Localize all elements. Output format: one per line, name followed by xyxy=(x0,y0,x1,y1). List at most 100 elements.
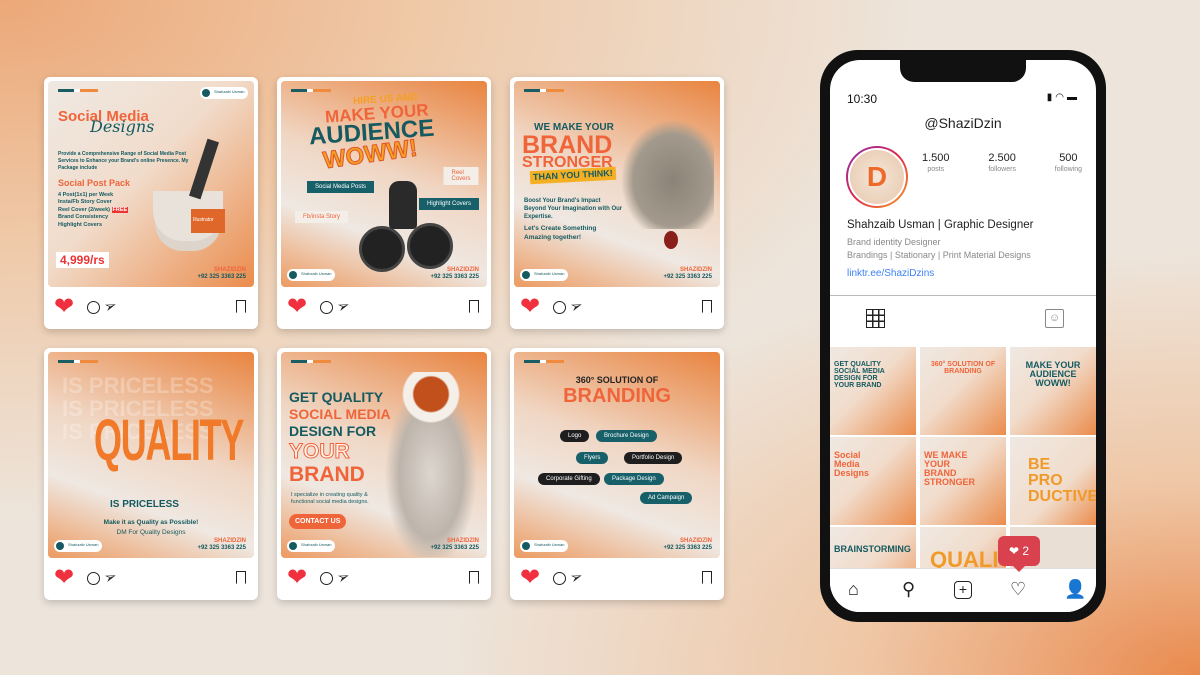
service-chip: Brochure Design xyxy=(596,430,657,442)
bookmark-icon[interactable] xyxy=(702,571,712,584)
phone-mockup: 10:30 ▮◠▬ @ShaziDzin D 1.500 posts 2.500 f… xyxy=(820,50,1106,622)
headline: BRANDING xyxy=(563,385,671,407)
headline: YOUR xyxy=(289,440,351,463)
comment-icon[interactable] xyxy=(87,572,100,585)
divider xyxy=(830,295,1096,296)
grid-tab-icon[interactable] xyxy=(866,309,885,328)
post-card: WE MAKE YOUR BRAND STRONGER THAN YOU THI… xyxy=(510,77,724,329)
post-footer: SHAZIDZIN +92 325 3363 225 xyxy=(430,537,479,551)
post-image[interactable]: 360° SOLUTION OF BRANDING Logo Brochure … xyxy=(514,352,720,558)
bookmark-icon[interactable] xyxy=(236,300,246,313)
tag: Highlight Covers xyxy=(419,198,480,210)
post-subtitle: Designs xyxy=(90,117,155,136)
service-chip: Flyers xyxy=(576,452,609,464)
like-icon[interactable]: ❤ xyxy=(287,295,307,319)
notification-bubble[interactable]: ❤ 2 xyxy=(998,536,1040,572)
bookmark-icon[interactable] xyxy=(469,300,479,313)
headline: BRAND xyxy=(289,463,365,486)
post-image[interactable]: IS PRICELESS IS PRICELESS IS PRICELESS QUA… xyxy=(48,352,254,558)
astronaut-image xyxy=(381,372,481,557)
headline: DESIGN FOR xyxy=(289,423,377,439)
post-desc: Boost Your Brand's Impact Beyond Your Im… xyxy=(524,198,623,221)
post-card: Social Media Designs Provide a Comprehen… xyxy=(44,77,258,329)
tagged-tab-icon[interactable]: ☺ xyxy=(1045,309,1064,328)
post-image[interactable]: WE MAKE YOUR BRAND STRONGER THAN YOU THI… xyxy=(514,81,720,287)
free-tag: FREE xyxy=(111,206,129,213)
post-footer: SHAZIDZIN +92 325 3363 225 xyxy=(663,537,712,551)
pack-item: Insta/Fb Story Cover xyxy=(58,199,112,206)
heart-icon: ❤ xyxy=(1008,544,1020,558)
brand-badge: Shahzaib Usman xyxy=(287,269,335,281)
add-post-icon[interactable]: + xyxy=(954,581,972,599)
grid-thumbnail[interactable]: WE MAKE YOUR BRAND STRONGER xyxy=(920,437,1006,525)
stat-following[interactable]: 500 following xyxy=(1055,152,1082,173)
post-footer: SHAZIDZIN +92 325 3363 225 xyxy=(197,537,246,551)
profile-stats: 1.500 posts 2.500 followers 500 following xyxy=(922,152,1082,173)
profile-bio: Brandings | Stationary | Print Material … xyxy=(847,250,1031,260)
share-icon[interactable]: ➢ xyxy=(101,566,120,587)
like-icon[interactable]: ❤ xyxy=(520,566,540,590)
pack-title: Social Post Pack xyxy=(58,178,131,188)
like-icon[interactable]: ❤ xyxy=(287,566,307,590)
bookmark-icon[interactable] xyxy=(469,571,479,584)
post-desc: DM For Quality Designs xyxy=(116,529,186,536)
activity-heart-icon[interactable]: ♡ xyxy=(1010,579,1026,600)
comment-icon[interactable] xyxy=(553,301,566,314)
post-image[interactable]: Social Media Designs Provide a Comprehen… xyxy=(48,81,254,287)
profile-bio: Brand identity Designer xyxy=(847,237,941,247)
post-footer: SHAZIDZIN +92 325 3363 225 xyxy=(197,266,246,280)
headline: SOCIAL MEDIA xyxy=(289,406,391,422)
service-chip: Portfolio Design xyxy=(624,452,683,464)
grid-thumbnail[interactable]: GET QUALITY SOCIAL MEDIA DESIGN FOR YOUR… xyxy=(830,347,916,435)
phone-notch xyxy=(900,60,1026,82)
share-icon[interactable]: ➢ xyxy=(567,295,586,316)
service-chip: Logo xyxy=(560,430,590,442)
bookmark-icon[interactable] xyxy=(702,300,712,313)
share-icon[interactable]: ➢ xyxy=(334,295,353,316)
grid-thumbnail[interactable]: BE PRO DUCTIVE xyxy=(1010,437,1096,525)
comment-icon[interactable] xyxy=(553,572,566,585)
brand-badge: Shahzaib Usman xyxy=(200,87,248,99)
status-icons: ▮◠▬ xyxy=(1046,92,1080,103)
comment-icon[interactable] xyxy=(87,301,100,314)
grid-thumbnail[interactable]: 360° SOLUTION OF BRANDING xyxy=(920,347,1006,435)
post-image[interactable]: GET QUALITY SOCIAL MEDIA DESIGN FOR YOUR… xyxy=(281,352,487,558)
bookmark-icon[interactable] xyxy=(236,571,246,584)
like-icon[interactable]: ❤ xyxy=(54,295,74,319)
comment-icon[interactable] xyxy=(320,301,333,314)
tag: Social Media Posts xyxy=(307,181,375,193)
stat-posts[interactable]: 1.500 posts xyxy=(922,152,950,173)
elephant-image xyxy=(622,121,714,229)
headline: IS PRICELESS xyxy=(110,499,179,510)
share-icon[interactable]: ➢ xyxy=(101,295,120,316)
share-icon[interactable]: ➢ xyxy=(334,566,353,587)
logo-icon: D xyxy=(848,148,906,206)
profile-name: Shahzaib Usman | Graphic Designer xyxy=(847,219,1034,231)
bottom-nav: ⌂ ⚲ + ♡ 👤 xyxy=(830,568,1096,612)
instagram-profile-screen: 10:30 ▮◠▬ @ShaziDzin D 1.500 posts 2.500 f… xyxy=(830,60,1096,612)
profile-link[interactable]: linktr.ee/ShaziDzins xyxy=(847,268,934,279)
price: 4,999/rs xyxy=(56,252,109,268)
contact-us-button[interactable]: CONTACT US xyxy=(289,514,347,529)
home-icon[interactable]: ⌂ xyxy=(848,579,859,600)
post-image[interactable]: HIRE US AND MAKE YOUR AUDIENCE WOWW! Ree… xyxy=(281,81,487,287)
like-icon[interactable]: ❤ xyxy=(520,295,540,319)
stat-followers[interactable]: 2.500 followers xyxy=(988,152,1016,173)
search-icon[interactable]: ⚲ xyxy=(902,579,915,600)
grid-thumbnail[interactable]: Social Media Designs xyxy=(830,437,916,525)
product-pack: Illustrator xyxy=(191,209,225,233)
avatar[interactable]: D xyxy=(846,146,908,208)
pack-item: Highlight Covers xyxy=(58,221,103,228)
post-desc: Make it as Quality as Possible! xyxy=(103,519,199,526)
profile-icon[interactable]: 👤 xyxy=(1064,579,1086,600)
comment-icon[interactable] xyxy=(320,572,333,585)
service-chip: Corporate Gifting xyxy=(538,473,600,485)
profile-username: @ShaziDzin xyxy=(924,115,1002,131)
share-icon[interactable]: ➢ xyxy=(567,566,586,587)
brand-badge: Shahzaib Usman xyxy=(520,540,568,552)
post-desc: Provide a Comprehensive Range of Social … xyxy=(58,151,189,171)
pack-item: Brand Consistency xyxy=(58,214,109,221)
grid-thumbnail[interactable]: MAKE YOUR AUDIENCE WOWW! xyxy=(1010,347,1096,435)
like-icon[interactable]: ❤ xyxy=(54,566,74,590)
brand-badge: Shahzaib Usman xyxy=(54,540,102,552)
